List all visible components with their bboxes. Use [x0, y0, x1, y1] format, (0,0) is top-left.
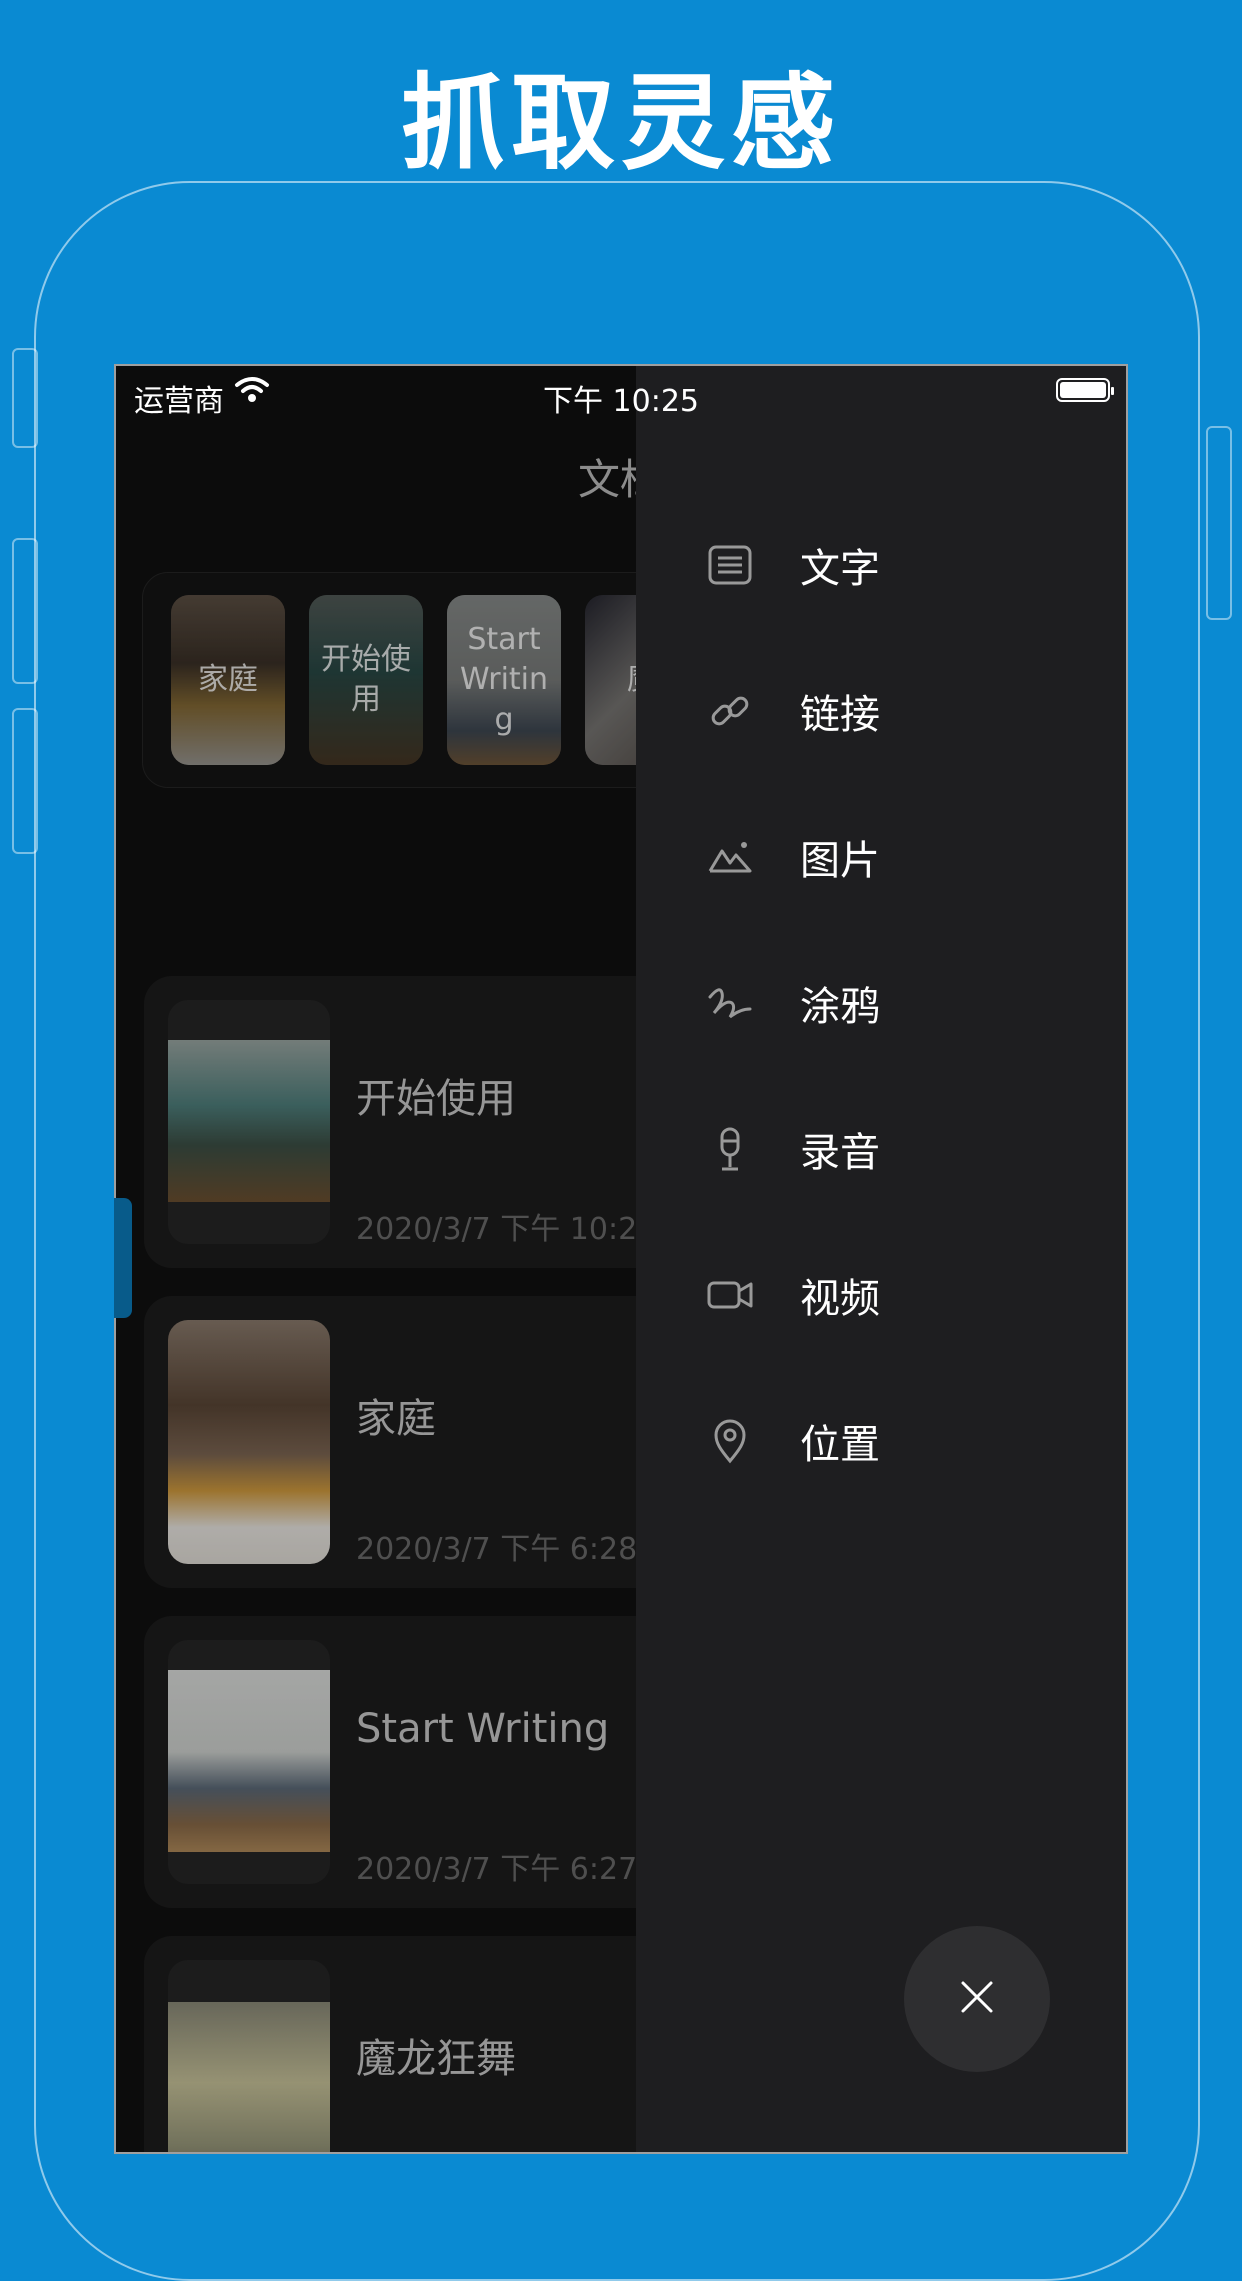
device-side-button — [12, 348, 38, 448]
menu-item-label: 录音 — [800, 1130, 880, 1176]
video-icon — [706, 1271, 754, 1319]
menu-item-label: 涂鸦 — [800, 984, 880, 1030]
text-icon — [706, 541, 754, 589]
device-side-button — [12, 538, 38, 684]
menu-item-label: 文字 — [800, 546, 880, 592]
image-icon — [706, 833, 754, 881]
microphone-icon — [706, 1125, 754, 1173]
close-icon — [957, 1977, 997, 2021]
menu-item-audio[interactable]: 录音 — [706, 1114, 1066, 1184]
device-side-button — [1206, 426, 1232, 620]
menu-item-location[interactable]: 位置 — [706, 1406, 1066, 1476]
menu-item-scribble[interactable]: 涂鸦 — [706, 968, 1066, 1038]
close-menu-button[interactable] — [904, 1926, 1050, 2072]
menu-item-label: 视频 — [800, 1276, 880, 1322]
link-icon — [706, 687, 754, 735]
menu-item-text[interactable]: 文字 — [706, 530, 1066, 600]
menu-item-label: 位置 — [800, 1422, 880, 1468]
status-time: 下午 10:25 — [543, 384, 699, 419]
menu-item-label: 链接 — [800, 692, 880, 738]
menu-item-video[interactable]: 视频 — [706, 1260, 1066, 1330]
menu-item-image[interactable]: 图片 — [706, 822, 1066, 892]
menu-item-label: 图片 — [800, 838, 880, 884]
add-menu-panel: 文字 链接 图片 涂鸦 录音 视频 位置 — [636, 366, 1126, 2152]
location-icon — [706, 1417, 754, 1465]
device-side-button — [12, 708, 38, 854]
scribble-icon — [706, 979, 754, 1027]
edge-tab — [114, 1198, 132, 1318]
status-bar: 运营商 下午 10:25 — [116, 366, 1126, 420]
battery-icon — [1056, 378, 1114, 402]
menu-item-link[interactable]: 链接 — [706, 676, 1066, 746]
phone-screen: 运营商 下午 10:25 文档 家庭 开始使用 Start Writing 魔 — [114, 364, 1128, 2154]
promo-title: 抓取灵感 — [400, 62, 841, 184]
